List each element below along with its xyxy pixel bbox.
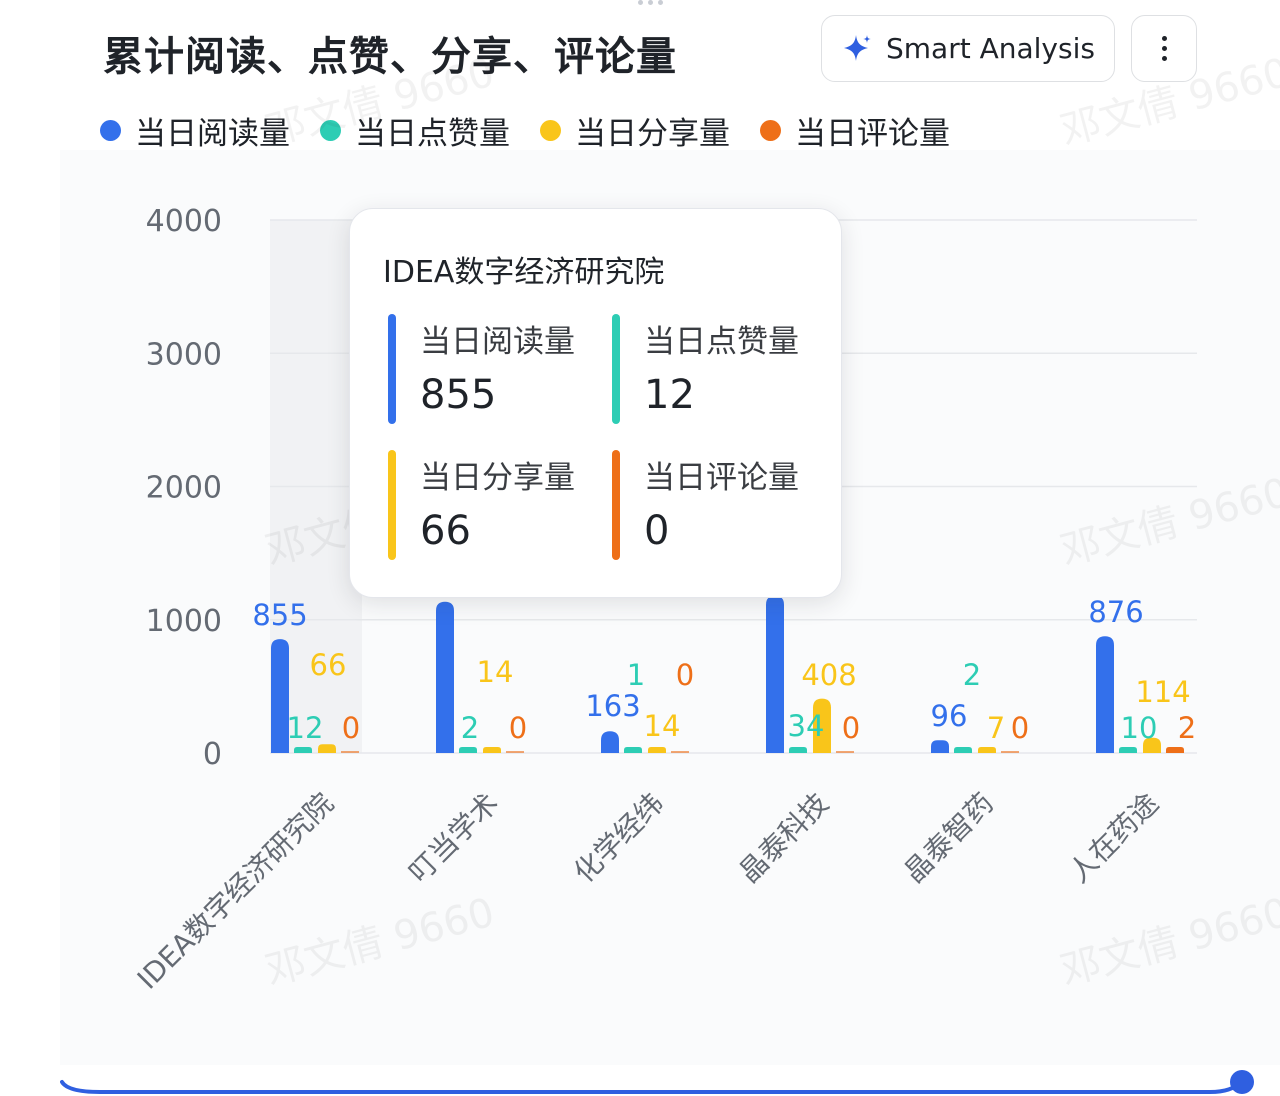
data-label: 66 [310,648,347,682]
y-tick-label: 4000 [146,204,222,239]
data-label: 2 [963,658,981,692]
tooltip-color-bar [612,450,620,560]
tooltip-item-comments: 当日评论量 0 [612,450,822,560]
bar [624,747,642,753]
data-label: 34 [788,709,825,743]
data-label: 855 [252,598,307,632]
y-tick-label: 1000 [146,604,222,639]
data-label: 0 [342,711,360,745]
tooltip-item-shares: 当日分享量 66 [388,450,598,560]
bar [1096,636,1114,753]
data-label: 96 [931,699,968,733]
data-label: 0 [509,711,527,745]
bar [483,747,501,753]
data-label: 2 [1178,711,1196,745]
data-label: 408 [801,658,856,692]
bar [601,731,619,753]
data-label: 14 [477,655,514,689]
scrollbar-handle[interactable] [1230,1070,1254,1094]
bar [459,747,477,753]
tooltip-item-value: 12 [644,372,695,418]
bar [789,747,807,753]
tooltip-item-value: 66 [420,508,471,554]
bar [1119,747,1137,753]
tooltip-item-name: 当日评论量 [644,460,799,496]
y-tick-label: 2000 [146,471,222,506]
tooltip-item-value: 855 [420,372,497,418]
bar [318,744,336,753]
data-label: 7 [987,711,1005,745]
tooltip-color-bar [388,314,396,424]
data-label: 2 [461,711,479,745]
tooltip-item-likes: 当日点赞量 12 [612,314,822,424]
tooltip-item-reads: 当日阅读量 855 [388,314,598,424]
bar [436,601,454,753]
data-label: 10 [1121,711,1158,745]
chart-tooltip: IDEA数字经济研究院 当日阅读量 855 当日点赞量 12 当日分享量 66 … [349,208,842,598]
bar [931,740,949,753]
tooltip-color-bar [388,450,396,560]
data-label: 0 [676,658,694,692]
bar [1166,747,1184,753]
y-tick-label: 0 [203,737,222,772]
data-label: 14 [644,709,681,743]
bar [294,747,312,753]
tooltip-title: IDEA数字经济研究院 [383,255,665,290]
horizontal-scrollbar[interactable] [60,1070,1280,1096]
tooltip-item-value: 0 [644,508,670,554]
bar [954,747,972,753]
data-label: 1 [627,658,645,692]
tooltip-item-name: 当日分享量 [420,460,575,496]
bar [978,747,996,753]
tooltip-color-bar [612,314,620,424]
bar [648,747,666,753]
watermark: 邓文倩 9660 [261,50,499,155]
data-label: 163 [585,689,640,723]
watermark: 邓文倩 9660 [1056,50,1280,155]
bar [766,595,784,753]
tooltip-item-name: 当日点赞量 [644,324,799,360]
data-label: 12 [287,711,324,745]
data-label: 0 [842,711,860,745]
data-label: 114 [1135,675,1190,709]
tooltip-item-name: 当日阅读量 [420,324,575,360]
data-label: 0 [1011,711,1029,745]
data-label: 876 [1088,595,1143,629]
y-tick-label: 3000 [146,337,222,372]
